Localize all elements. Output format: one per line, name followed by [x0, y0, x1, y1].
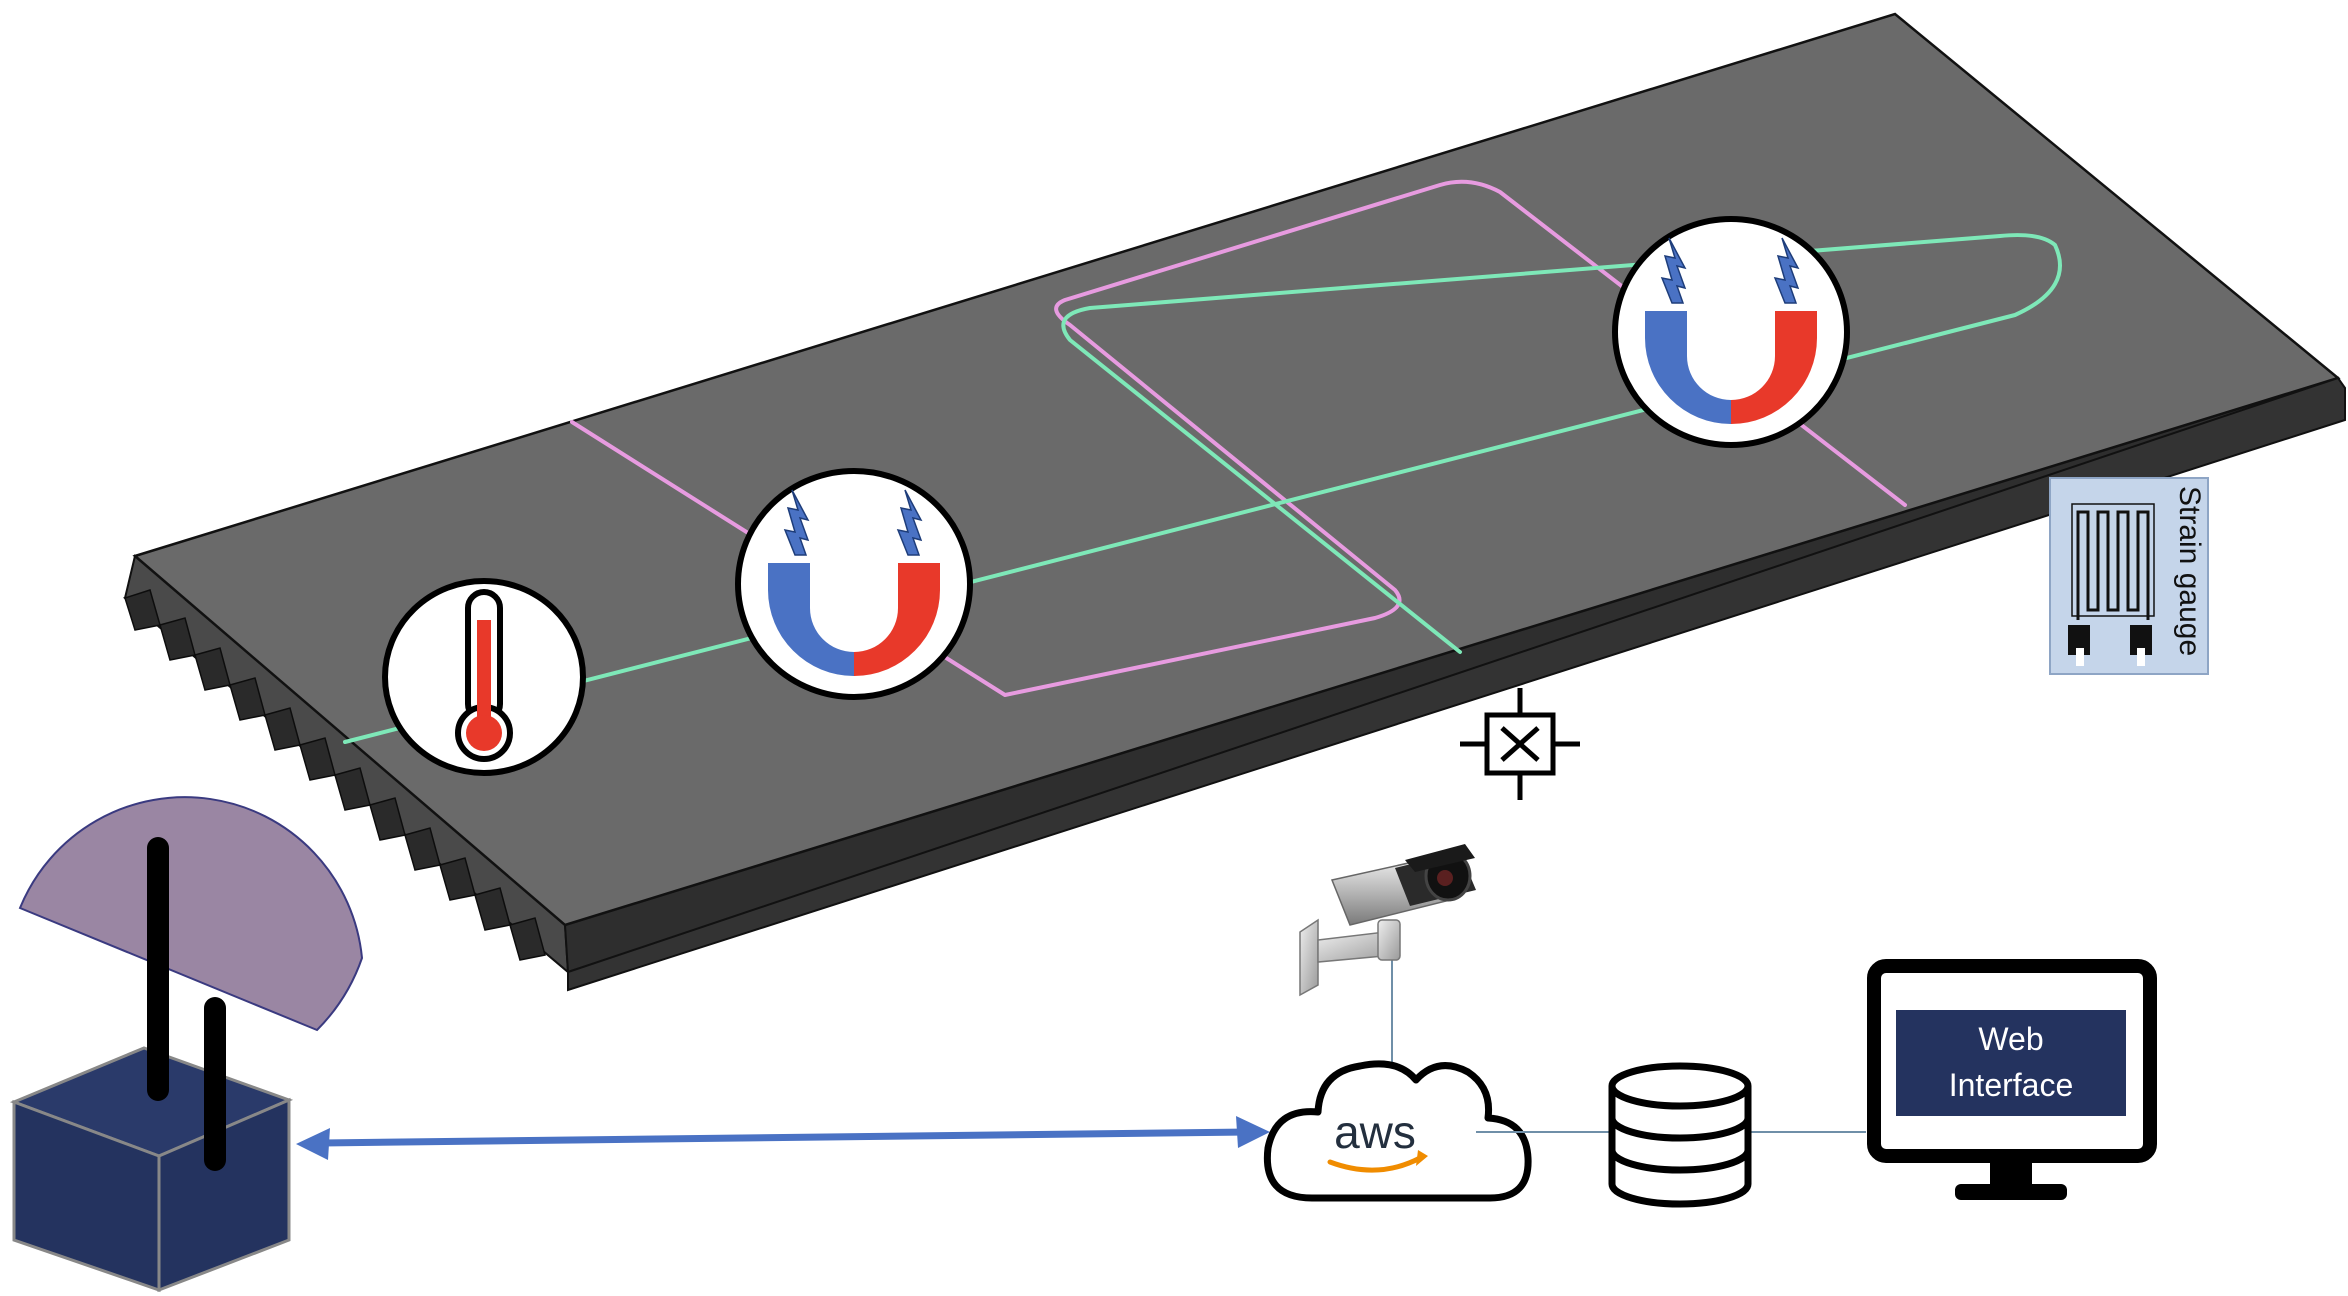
cloud-service: aws — [1263, 1060, 1532, 1202]
temperature-sensor — [382, 578, 586, 776]
arrowhead-right-icon — [1236, 1116, 1270, 1148]
monitor-stand — [1990, 1160, 2032, 1188]
gateway-dome — [18, 796, 364, 1032]
arrowhead-left-icon — [296, 1128, 330, 1160]
gateway-device — [9, 796, 364, 1293]
monitor-base — [1955, 1184, 2067, 1200]
camera-icon — [1299, 844, 1476, 1068]
monitor-label-line1: Web — [1978, 1021, 2043, 1057]
strain-gauge: Strain gauge — [2049, 477, 2209, 675]
iot-panel-diagram: Strain gauge aws Web Interface — [9, 12, 2346, 1293]
web-interface-monitor: Web Interface — [1867, 959, 2157, 1200]
gateway-cloud-link — [296, 1116, 1270, 1160]
strain-gauge-label: Strain gauge — [2173, 486, 2206, 656]
monitor-label-line2: Interface — [1949, 1067, 2074, 1103]
magnetic-sensor-right — [1612, 216, 1850, 448]
junction-symbol — [1460, 688, 1580, 800]
sandwich-panel — [122, 12, 2346, 992]
magnetic-sensor-left — [735, 468, 973, 700]
cloud-label: aws — [1334, 1106, 1416, 1158]
panel-top-surface — [132, 12, 2341, 927]
thermometer-icon — [455, 589, 513, 762]
database-icon — [1608, 1062, 1752, 1208]
